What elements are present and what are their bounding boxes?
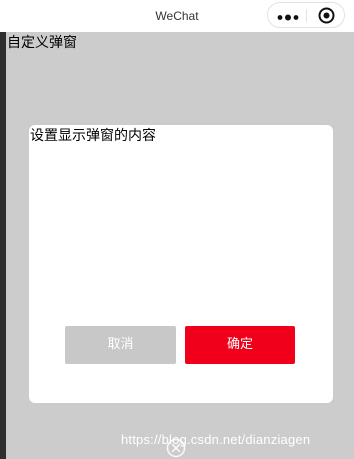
cancel-button[interactable]: 取消: [65, 326, 176, 364]
watermark: https://blog.csdn.net/dianziagen: [121, 432, 311, 447]
menu-capsule: [267, 2, 345, 28]
confirm-button[interactable]: 确定: [185, 326, 295, 364]
capsule-divider: [306, 9, 307, 22]
page-title: 自定义弹窗: [7, 35, 77, 51]
more-dots-icon[interactable]: [276, 9, 300, 22]
wechat-titlebar: WeChat: [0, 0, 354, 32]
dialog-content: 设置显示弹窗的内容: [30, 128, 156, 144]
target-circle-icon[interactable]: [318, 7, 335, 24]
custom-dialog: 设置显示弹窗的内容 取消 确定: [29, 125, 333, 403]
window-edge: [0, 0, 6, 459]
